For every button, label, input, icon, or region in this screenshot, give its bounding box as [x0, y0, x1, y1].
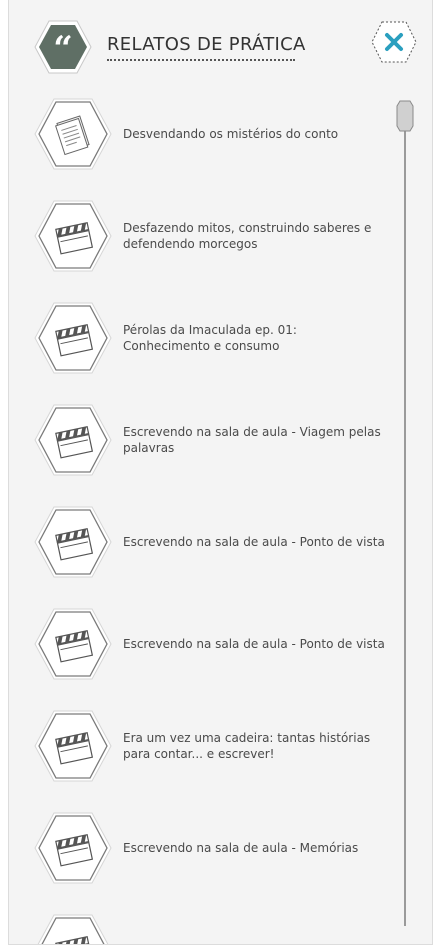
list-item[interactable]: Era um vez uma cadeira: tantas histórias…	[9, 708, 389, 788]
list-item[interactable]: Desvendando os mistérios do conto	[9, 96, 389, 176]
list-item[interactable]: Escrevendo na sala de aula - Ponto de vi…	[9, 606, 389, 686]
quote-icon: “	[34, 20, 92, 74]
scrollbar-thumb[interactable]	[396, 100, 414, 132]
list-item-label: Desfazendo mitos, construindo saberes e …	[123, 221, 372, 251]
clapperboard-icon	[32, 912, 114, 944]
list-item[interactable]: Escrevendo na sala de aula - Memórias	[9, 810, 389, 890]
scrollbar-track[interactable]	[404, 106, 406, 926]
clapperboard-icon	[32, 708, 114, 784]
list-item[interactable]: Escrevendo na sala de aula - Ponto de vi…	[9, 504, 389, 584]
quote-badge: “	[34, 18, 92, 76]
list-item-label: Desvendando os mistérios do conto	[123, 127, 339, 141]
clapperboard-icon	[32, 198, 114, 274]
list-item[interactable]: Pérolas da Imaculada ep. 01: Conheciment…	[9, 300, 389, 380]
list-item[interactable]: Desfazendo mitos, construindo saberes e …	[9, 198, 389, 278]
list-item-label: Escrevendo na sala de aula - Memórias	[123, 841, 359, 855]
title-underline	[107, 59, 295, 61]
list-item-label: Escrevendo na sala de aula - Ponto de vi…	[123, 535, 385, 549]
close-icon	[371, 21, 417, 63]
clapperboard-icon	[32, 402, 114, 478]
relatos-panel: “ RELATOS DE PRÁTICA Desvendando os mist…	[8, 0, 433, 945]
relatos-list: Desvendando os mistérios do conto Desfaze…	[9, 94, 432, 944]
clapperboard-icon	[32, 300, 114, 376]
svg-text:“: “	[53, 29, 73, 69]
list-item-label: Pérolas da Imaculada ep. 01: Conheciment…	[123, 323, 297, 353]
clapperboard-icon	[32, 504, 114, 580]
clapperboard-icon	[32, 606, 114, 682]
list-item-label: Escrevendo na sala de aula - Ponto de vi…	[123, 637, 385, 651]
list-item-label: Escrevendo na sala de aula - Viagem pela…	[123, 425, 381, 455]
list-item-label	[123, 912, 385, 944]
list-item-label: Era um vez uma cadeira: tantas histórias…	[123, 731, 371, 761]
list-item[interactable]	[9, 912, 389, 944]
page-title: RELATOS DE PRÁTICA	[107, 34, 306, 55]
clapperboard-icon	[32, 810, 114, 886]
document-icon	[32, 96, 114, 172]
close-button[interactable]	[370, 20, 418, 64]
list-item[interactable]: Escrevendo na sala de aula - Viagem pela…	[9, 402, 389, 482]
